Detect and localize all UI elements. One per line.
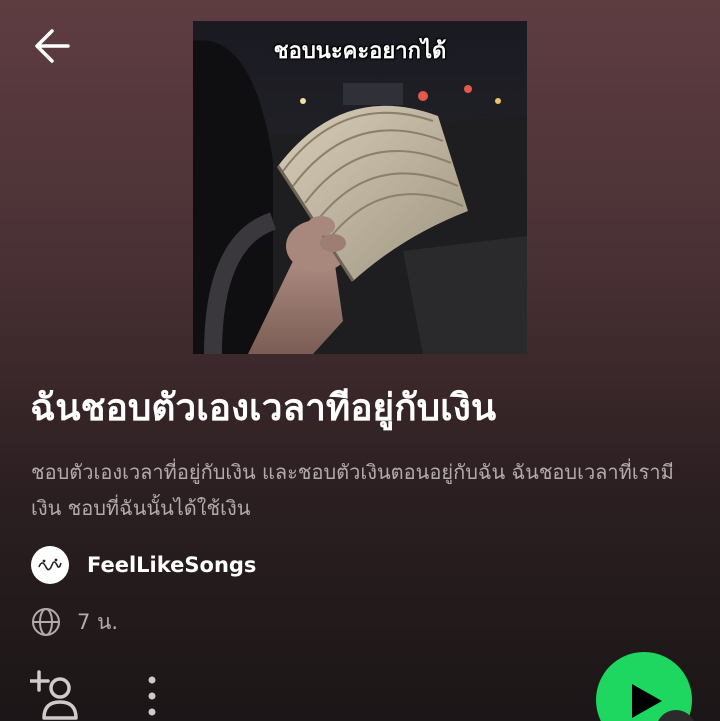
- more-options-button[interactable]: [136, 672, 168, 721]
- follow-button[interactable]: [28, 670, 82, 720]
- playlist-title: ฉันชอบตัวเองเวลาทีอยู่กับเงิน: [30, 386, 497, 429]
- play-icon: [632, 684, 662, 718]
- owner-name: FeelLikeSongs: [87, 553, 257, 577]
- more-vertical-icon: [148, 676, 156, 716]
- add-person-icon: [28, 670, 78, 720]
- playlist-description: ชอบตัวเองเวลาที่อยู่กับเงิน และชอบตัวเงิ…: [31, 460, 674, 520]
- owner-logo-icon: [38, 558, 62, 571]
- back-button[interactable]: [30, 24, 74, 68]
- avatar: [31, 546, 69, 584]
- playlist-duration: 7 น.: [77, 609, 119, 634]
- cover-caption: ชอบนะคะอยากได้: [273, 39, 447, 64]
- playlist-meta: 7 น.: [31, 606, 118, 638]
- globe-icon: [32, 608, 60, 636]
- playlist-owner[interactable]: FeelLikeSongs: [31, 546, 256, 584]
- cover-image: [193, 21, 527, 354]
- arrow-left-icon: [35, 29, 70, 63]
- playlist-cover: ชอบนะคะอยากได้: [193, 21, 527, 354]
